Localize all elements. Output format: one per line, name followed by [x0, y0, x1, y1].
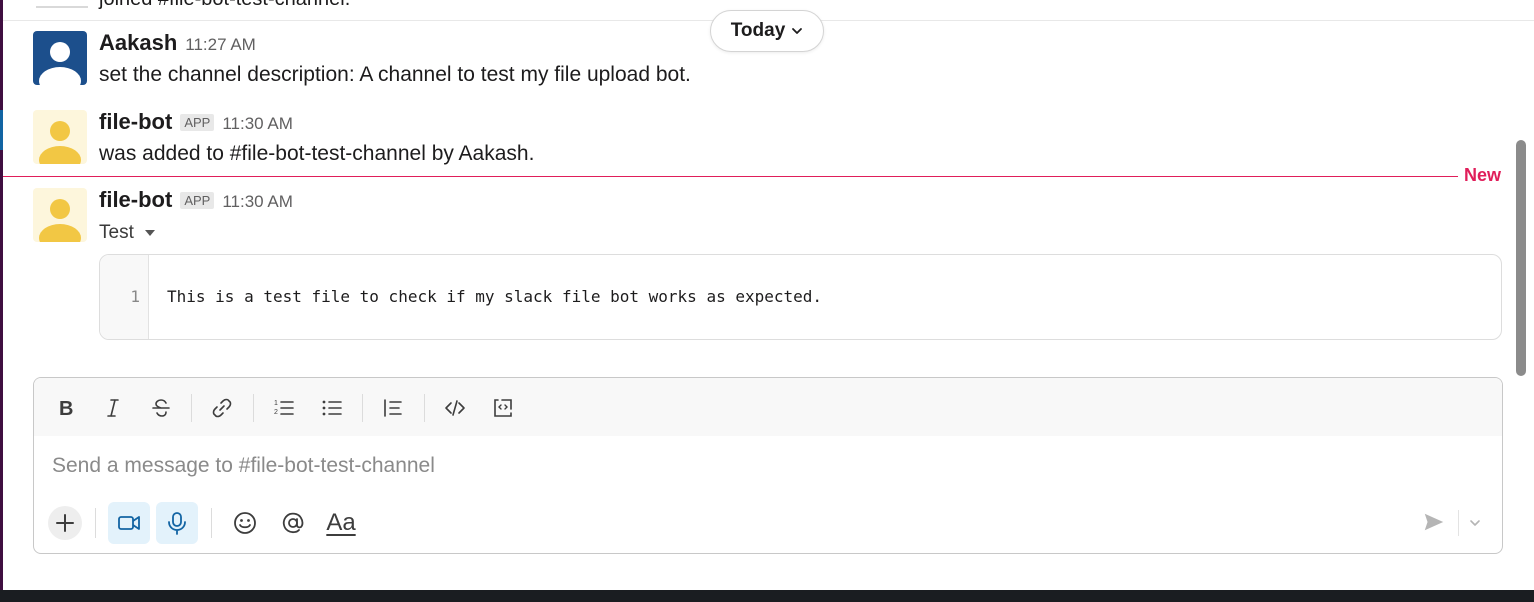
code-block-button[interactable]: [487, 392, 519, 424]
chevron-down-icon: [792, 28, 803, 34]
message-text: set the channel description: A channel t…: [99, 63, 691, 86]
microphone-icon: [168, 512, 186, 535]
strikethrough-button[interactable]: [145, 392, 177, 424]
file-title: Test: [99, 222, 134, 243]
caret-down-icon: [144, 230, 155, 236]
file-title-toggle[interactable]: Test: [99, 222, 156, 244]
app-badge: APP: [180, 192, 215, 209]
send-options-button[interactable]: [1462, 508, 1488, 538]
message-composer[interactable]: B 12 Send a message to #file-bot-test-ch…: [33, 377, 1503, 554]
message-timestamp[interactable]: 11:30 AM: [222, 192, 293, 212]
formatting-toolbar: B 12: [34, 378, 1502, 436]
line-number-gutter: 1: [100, 255, 149, 339]
italic-icon: [107, 399, 119, 417]
emoji-icon: [234, 512, 256, 534]
file-preview-code-block[interactable]: 1 This is a test file to check if my sla…: [99, 254, 1502, 340]
code-line: This is a test file to check if my slack…: [167, 287, 823, 306]
scrollbar-thumb[interactable]: [1516, 140, 1526, 376]
partial-avatar: [36, 0, 88, 8]
app-badge: APP: [180, 114, 215, 131]
message-input[interactable]: [52, 450, 1452, 482]
bulleted-list-icon: [322, 400, 342, 416]
new-messages-divider: [3, 176, 1458, 177]
italic-button[interactable]: [97, 392, 129, 424]
toolbar-separator: [424, 394, 425, 422]
toolbar-separator: [362, 394, 363, 422]
send-icon: [1424, 513, 1444, 531]
workspace-sidebar-edge: [0, 0, 3, 590]
sender-name[interactable]: file-bot: [99, 187, 172, 213]
avatar[interactable]: [33, 31, 87, 85]
mention-button[interactable]: [272, 502, 314, 544]
message-timestamp[interactable]: 11:27 AM: [185, 35, 256, 55]
video-icon: [118, 516, 140, 530]
action-separator: [95, 508, 96, 538]
date-label: Today: [730, 20, 786, 41]
bot-avatar-icon: [39, 121, 81, 164]
record-audio-button[interactable]: [156, 502, 198, 544]
toolbar-separator: [253, 394, 254, 422]
code-icon: [445, 400, 465, 416]
date-divider-today-button[interactable]: Today: [710, 10, 824, 52]
svg-text:2: 2: [274, 409, 278, 416]
chevron-down-icon: [1470, 520, 1480, 526]
bulleted-list-button[interactable]: [316, 392, 348, 424]
ordered-list-icon: 12: [274, 400, 294, 416]
mention-icon: [282, 512, 304, 534]
send-separator: [1458, 510, 1459, 536]
link-icon: [212, 398, 232, 418]
attach-plus-button[interactable]: [48, 506, 82, 540]
send-button[interactable]: [1418, 506, 1450, 538]
message-timestamp[interactable]: 11:30 AM: [222, 114, 293, 134]
blockquote-icon: [384, 399, 402, 417]
plus-icon: [56, 514, 74, 532]
record-video-button[interactable]: [108, 502, 150, 544]
code-block-icon: [494, 399, 512, 417]
text-format-icon: Aa: [326, 509, 356, 536]
link-button[interactable]: [206, 392, 238, 424]
strikethrough-icon: [152, 399, 170, 417]
bold-icon: B: [59, 398, 73, 419]
action-separator: [211, 508, 212, 538]
new-messages-label: New: [1464, 165, 1502, 185]
svg-text:1: 1: [274, 400, 278, 407]
line-number: 1: [130, 287, 140, 306]
message-text: was added to #file-bot-test-channel by A…: [99, 142, 535, 165]
code-button[interactable]: [439, 392, 471, 424]
toolbar-separator: [191, 394, 192, 422]
sender-name[interactable]: Aakash: [99, 30, 177, 56]
avatar[interactable]: [33, 110, 87, 164]
bold-button[interactable]: B: [49, 392, 81, 424]
svg-text:B: B: [59, 398, 73, 419]
bot-avatar-icon: [39, 199, 81, 242]
user-avatar-icon: [39, 42, 81, 85]
avatar[interactable]: [33, 188, 87, 242]
text-format-toggle-button[interactable]: Aa: [320, 502, 362, 544]
window-bottom-bar: [0, 590, 1534, 602]
emoji-button[interactable]: [224, 502, 266, 544]
partial-message-text: joined #file-bot-test-channel.: [99, 0, 350, 11]
ordered-list-button[interactable]: 12: [268, 392, 300, 424]
sender-name[interactable]: file-bot: [99, 109, 172, 135]
sidebar-active-indicator: [0, 110, 3, 150]
blockquote-button[interactable]: [377, 392, 409, 424]
